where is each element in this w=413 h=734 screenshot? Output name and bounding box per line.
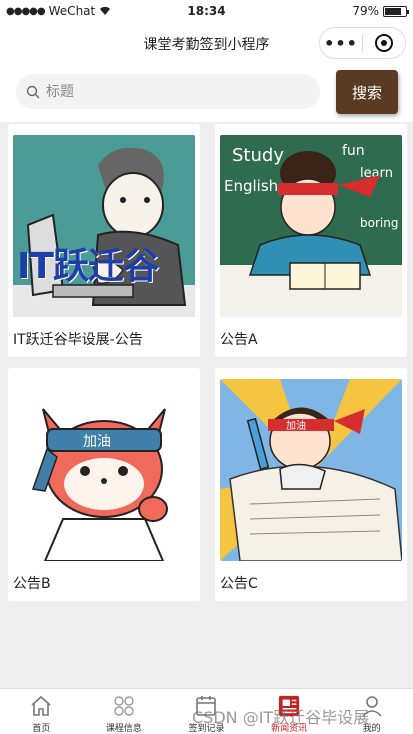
news-thumbnail-fox: 加油 — [13, 379, 195, 561]
news-card[interactable]: Study fun learn English boring 公告A — [215, 124, 407, 357]
news-card-title: IT跃迁谷毕设展-公告 — [13, 332, 143, 348]
news-card[interactable]: 加油 公告C — [215, 368, 407, 601]
search-icon — [26, 85, 40, 98]
board-word-fun: fun — [342, 143, 365, 159]
thumbnail-text: IT跃迁谷 — [17, 246, 159, 287]
home-icon — [31, 695, 51, 716]
search-input[interactable] — [46, 83, 296, 100]
more-icon[interactable]: ••• — [320, 34, 362, 53]
tab-label: 首页 — [32, 724, 51, 734]
tab-label: 课程信息 — [105, 724, 142, 734]
tab-course-info[interactable]: 课程信息 — [83, 689, 166, 734]
news-thumbnail-studying: Study fun learn English boring — [220, 135, 402, 317]
search-field[interactable] — [16, 74, 320, 109]
status-time: 18:34 — [187, 4, 226, 18]
grid-icon — [114, 696, 134, 716]
nav-bar: 课堂考勤签到小程序 ••• — [0, 24, 413, 64]
tab-home[interactable]: 首页 — [0, 689, 83, 734]
board-word-study: Study — [232, 145, 284, 166]
miniprogram-capsule: ••• — [319, 27, 406, 59]
watermark: CSDN @IT跃迁谷毕设展 — [192, 708, 370, 727]
board-word-boring: boring — [360, 216, 398, 230]
news-card-title: 公告B — [13, 576, 51, 592]
news-card[interactable]: IT跃迁谷 IT跃迁谷毕设展-公告 — [8, 124, 200, 357]
status-bar: ●●●●● WeChat 18:34 79% — [0, 0, 413, 24]
close-miniprogram-button[interactable] — [363, 34, 405, 52]
headband-text: 加油 — [286, 419, 306, 432]
news-thumbnail-exam: 加油 — [220, 379, 402, 561]
news-card-title: 公告A — [220, 332, 258, 348]
search-button[interactable]: 搜索 — [336, 70, 398, 114]
battery-icon — [383, 5, 409, 17]
news-thumbnail-programmer: IT跃迁谷 — [13, 135, 195, 317]
headband-text: 加油 — [83, 434, 111, 450]
battery-percent: 79% — [352, 4, 379, 18]
news-card[interactable]: 加油 公告B — [8, 368, 200, 601]
board-word-english: English — [224, 177, 278, 195]
news-card-title: 公告C — [220, 576, 258, 592]
search-bar: 搜索 — [0, 64, 413, 122]
target-icon — [375, 34, 393, 52]
